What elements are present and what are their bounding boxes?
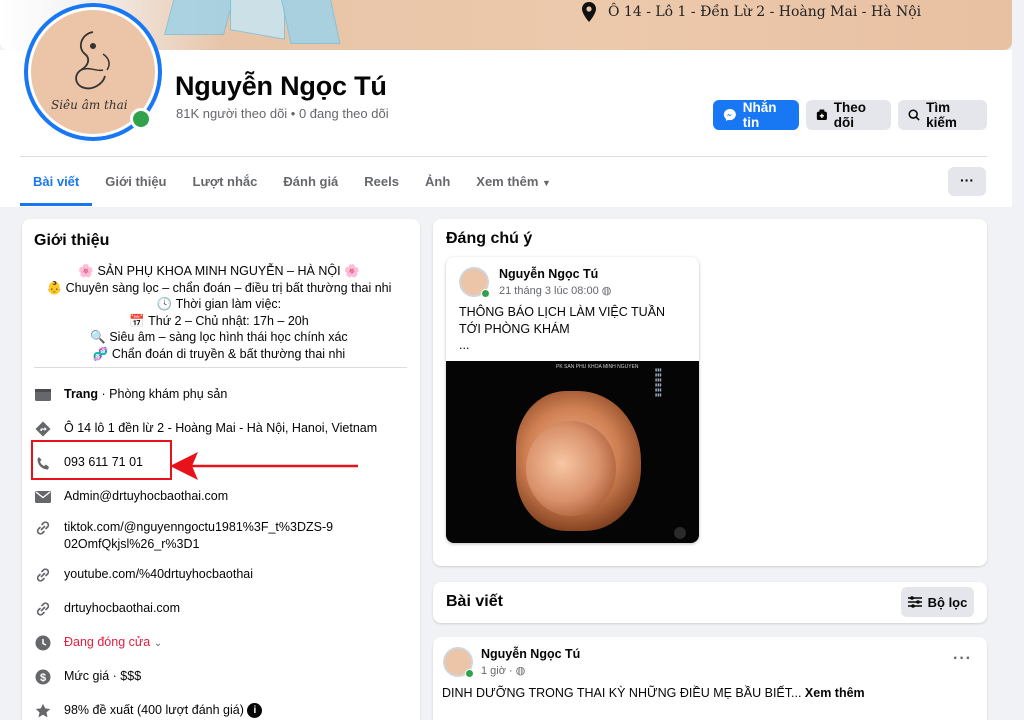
phone-highlight-box (31, 440, 172, 480)
post-text: DINH DƯỠNG TRONG THAI KỲ NHỮNG ĐIỀU MẸ B… (442, 686, 865, 700)
tab-photos[interactable]: Ảnh (412, 166, 463, 206)
filter-button[interactable]: Bộ lọc (901, 587, 974, 617)
link-icon (34, 519, 52, 537)
info-address[interactable]: Ô 14 lô 1 đền lừ 2 - Hoàng Mai - Hà Nội,… (34, 420, 384, 438)
globe-icon: ◍ (598, 285, 612, 297)
page-title: Nguyễn Ngọc Tú (175, 71, 387, 101)
search-icon (908, 109, 920, 121)
bio-line: 🧬 Chẩn đoán di truyền & bất thường thai … (92, 346, 346, 361)
image-header-text: PK SAN PHU KHOA MINH NGUYEN (556, 364, 639, 370)
post-text: THÔNG BÁO LỊCH LÀM VIỆC TUẦN TỚI PHÒNG K… (459, 305, 666, 336)
avatar-logo-text: Siêu âm thai (51, 98, 128, 112)
bio-line: 👶 Chuyên sàng lọc – chẩn đoán – điều trị… (46, 280, 392, 295)
post-card: Nguyễn Ngọc Tú 1 giờ · ◍ DINH DƯỠNG TRON… (433, 637, 987, 720)
follow-icon (816, 109, 827, 121)
online-status-indicator (130, 108, 152, 130)
intro-title: Giới thiệu (34, 232, 110, 249)
info-youtube[interactable]: youtube.com/%40drtuyhocbaothai (34, 566, 384, 584)
header-divider (20, 156, 987, 157)
image-sidebar: ▮▮▮ ▮▮▮ ▮▮▮ ▮▮▮ ▮▮▮ ▮▮▮ (655, 367, 662, 397)
caret-down-icon: ▼ (542, 178, 551, 188)
online-status-indicator (465, 669, 474, 678)
chevron-down-icon: ⌄ (153, 638, 163, 649)
more-options-button[interactable]: ··· (948, 167, 986, 196)
info-rating[interactable]: 98% đề xuất (400 lượt đánh giá) i (34, 702, 384, 720)
featured-title: Đáng chú ý (446, 230, 533, 247)
flag-icon (34, 386, 52, 404)
fetus-face (526, 421, 616, 516)
location-pin-icon (582, 2, 596, 22)
message-button[interactable]: Nhắn tin (713, 100, 799, 130)
post-author[interactable]: Nguyễn Ngọc Tú (499, 267, 598, 281)
tab-posts[interactable]: Bài viết (20, 166, 93, 206)
cover-decoration (163, 0, 350, 50)
info-hours[interactable]: Đang đóng cửa ⌄ (34, 634, 384, 652)
bio-line: 🌸 SẢN PHỤ KHOA MINH NGUYỄN – HÀ NỘI 🌸 (78, 264, 360, 278)
tab-mentions[interactable]: Lượt nhắc (180, 166, 271, 206)
intro-divider (34, 367, 407, 368)
tab-reviews[interactable]: Đánh giá (270, 166, 351, 206)
bio-line: 🕓 Thời gian làm việc: (156, 297, 282, 311)
follow-button[interactable]: Theo dõi (806, 100, 891, 130)
post-time[interactable]: 21 tháng 3 lúc 08:00 ◍ (499, 284, 611, 297)
info-price: $ Mức giá · $$$ (34, 668, 384, 686)
bio-line: 🔍 Siêu âm – sàng lọc hình thái học chính… (90, 330, 348, 344)
email-icon (34, 488, 52, 506)
featured-post[interactable]: Nguyễn Ngọc Tú 21 tháng 3 lúc 08:00 ◍ TH… (446, 257, 699, 543)
info-category: Trang · Phòng khám phụ sản (34, 386, 384, 404)
tab-reels[interactable]: Reels (351, 166, 412, 206)
price-icon: $ (34, 668, 52, 686)
online-status-indicator (481, 289, 490, 298)
link-icon (34, 600, 52, 618)
info-tiktok[interactable]: tiktok.com/@nguyenngoctu1981%3F_t%3DZS-9… (34, 519, 334, 553)
info-website[interactable]: drtuyhocbaothai.com (34, 600, 384, 618)
post-options-button[interactable]: ··· (953, 650, 972, 668)
intro-bio: 🌸 SẢN PHỤ KHOA MINH NGUYỄN – HÀ NỘI 🌸 👶 … (34, 263, 404, 362)
directions-icon (34, 420, 52, 438)
info-icon[interactable]: i (247, 703, 263, 719)
post-author[interactable]: Nguyễn Ngọc Tú (481, 647, 580, 661)
clock-icon (34, 634, 52, 652)
post-ellipsis: ... (459, 338, 470, 352)
globe-icon: · ◍ (505, 665, 526, 677)
search-button[interactable]: Tìm kiếm (898, 100, 987, 130)
page-tabs: Bài viết Giới thiệu Lượt nhắc Đánh giá R… (20, 166, 564, 206)
messenger-icon (723, 108, 736, 122)
svg-text:$: $ (40, 672, 46, 684)
follower-count[interactable]: 81K người theo dõi • 0 đang theo dõi (176, 106, 389, 121)
image-marker (674, 527, 686, 539)
filter-icon (907, 596, 922, 608)
see-more-link[interactable]: Xem thêm (805, 686, 865, 700)
tab-about[interactable]: Giới thiệu (92, 166, 179, 206)
bio-line: 📅 Thứ 2 – Chủ nhật: 17h – 20h (129, 313, 309, 328)
link-icon (34, 566, 52, 584)
ultrasound-image[interactable]: PK SAN PHU KHOA MINH NGUYEN ▮▮▮ ▮▮▮ ▮▮▮ ▮▮▮… (446, 361, 699, 543)
annotation-arrow-icon (170, 452, 358, 480)
cover-address: Ô 14 - Lô 1 - Đền Lừ 2 - Hoàng Mai - Hà … (582, 2, 921, 22)
posts-title: Bài viết (446, 593, 503, 610)
post-time[interactable]: 1 giờ · ◍ (481, 664, 525, 677)
tab-more[interactable]: Xem thêm ▼ (463, 166, 564, 206)
star-icon (34, 702, 52, 720)
info-email[interactable]: Admin@drtuyhocbaothai.com (34, 488, 384, 506)
